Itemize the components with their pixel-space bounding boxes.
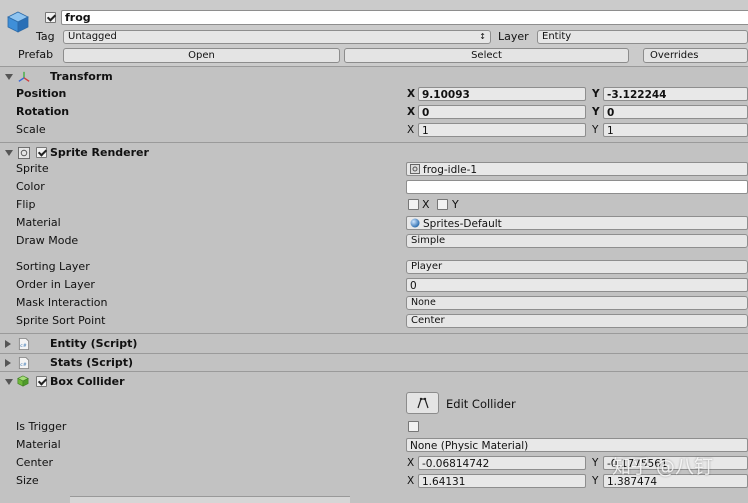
active-checkbox[interactable] (45, 12, 56, 23)
color-label: Color (16, 180, 45, 193)
entity-script-header[interactable]: c# Entity (Script) (0, 335, 748, 353)
layer-label: Layer (498, 30, 529, 43)
sprite-sort-point-value: Center (411, 315, 445, 326)
sprite-field[interactable]: frog-idle-1 (406, 162, 748, 176)
is-trigger-checkbox[interactable] (408, 421, 419, 432)
watermark: 知乎 @八钉 (612, 456, 714, 478)
sprite-renderer-title: Sprite Renderer (50, 146, 149, 159)
flip-x-label: X (422, 198, 430, 211)
mask-interaction-value: None (411, 297, 436, 308)
sprite-asset-icon (410, 164, 420, 174)
sorting-layer-value: Player (411, 261, 443, 272)
layer-dropdown[interactable]: Entity (537, 30, 748, 44)
script-icon: c# (18, 357, 30, 369)
rotation-y-input[interactable]: 0 (603, 105, 748, 119)
fold-arrow-icon[interactable] (5, 359, 11, 367)
transform-gizmo-icon (18, 71, 30, 82)
rotation-label: Rotation (16, 105, 70, 118)
flip-y-label: Y (452, 198, 459, 211)
tag-value: Untagged (68, 31, 117, 42)
svg-text:c#: c# (20, 362, 27, 368)
color-swatch[interactable] (406, 180, 748, 194)
divider (0, 66, 748, 67)
collider-material-label: Material (16, 438, 61, 451)
cube-icon (7, 11, 29, 33)
sprite-renderer-enabled-checkbox[interactable] (36, 147, 47, 158)
transform-header[interactable]: Transform (0, 68, 748, 86)
fold-arrow-icon[interactable] (5, 74, 13, 80)
box-collider-header[interactable]: Box Collider (0, 373, 748, 391)
box-collider-title: Box Collider (50, 375, 125, 388)
updown-arrow-icon: ↕ (479, 32, 486, 41)
scale-y-input[interactable]: 1 (603, 123, 748, 137)
select-button[interactable]: Select (344, 48, 629, 63)
sprite-sort-point-dropdown[interactable]: Center (406, 314, 748, 328)
open-button[interactable]: Open (63, 48, 340, 63)
flip-label: Flip (16, 198, 36, 211)
flip-y-checkbox[interactable] (437, 199, 448, 210)
edit-collider-icon (417, 397, 429, 409)
draw-mode-value: Simple (411, 235, 446, 246)
stats-script-title: Stats (Script) (50, 356, 134, 369)
material-label: Material (16, 216, 61, 229)
sprite-label: Sprite (16, 162, 49, 175)
material-value: Sprites-Default (423, 218, 502, 230)
scale-label: Scale (16, 123, 46, 136)
stats-script-header[interactable]: c# Stats (Script) (0, 354, 748, 372)
center-x-input[interactable]: -0.06814742 (418, 456, 586, 470)
draw-mode-label: Draw Mode (16, 234, 79, 247)
center-label: Center (16, 456, 54, 469)
size-x-input[interactable]: 1.64131 (418, 474, 586, 488)
is-trigger-label: Is Trigger (16, 420, 67, 433)
flip-x-checkbox[interactable] (408, 199, 419, 210)
draw-mode-dropdown[interactable]: Simple (406, 234, 748, 248)
divider (0, 333, 748, 334)
box-collider-icon (17, 375, 29, 387)
object-name-input[interactable]: frog (61, 10, 748, 25)
sorting-layer-label: Sorting Layer (16, 260, 90, 273)
script-icon: c# (18, 338, 30, 350)
sorting-layer-dropdown[interactable]: Player (406, 260, 748, 274)
mask-interaction-dropdown[interactable]: None (406, 296, 748, 310)
sprite-renderer-icon (18, 147, 30, 159)
edit-collider-button[interactable] (406, 392, 439, 414)
edit-collider-label: Edit Collider (446, 397, 516, 411)
tag-label: Tag (36, 30, 55, 43)
transform-title: Transform (50, 70, 113, 83)
fold-arrow-icon[interactable] (5, 340, 11, 348)
layer-value: Entity (542, 31, 572, 42)
divider (0, 371, 748, 372)
sprite-renderer-header[interactable]: Sprite Renderer (0, 144, 748, 162)
tag-dropdown[interactable]: Untagged ↕ (63, 30, 491, 44)
position-label: Position (16, 87, 67, 100)
object-header: frog Tag Untagged ↕ Layer Entity Prefab … (0, 0, 748, 66)
prefab-label: Prefab (18, 48, 54, 61)
mask-interaction-label: Mask Interaction (16, 296, 108, 309)
scale-x-input[interactable]: 1 (418, 123, 586, 137)
entity-script-title: Entity (Script) (50, 337, 138, 350)
fold-arrow-icon[interactable] (5, 150, 13, 156)
box-collider-enabled-checkbox[interactable] (36, 376, 47, 387)
rotation-x-input[interactable]: 0 (418, 105, 586, 119)
sprite-sort-point-label: Sprite Sort Point (16, 314, 106, 327)
size-label: Size (16, 474, 39, 487)
order-in-layer-input[interactable]: 0 (406, 278, 748, 292)
order-in-layer-label: Order in Layer (16, 278, 95, 291)
svg-text:c#: c# (20, 343, 27, 349)
material-sphere-icon (410, 218, 420, 228)
collider-material-field[interactable]: None (Physic Material) (406, 438, 748, 452)
material-field[interactable]: Sprites-Default (406, 216, 748, 230)
position-x-input[interactable]: 9.10093 (418, 87, 586, 101)
overrides-button[interactable]: Overrides (643, 48, 748, 63)
sprite-value: frog-idle-1 (423, 164, 478, 176)
position-y-input[interactable]: -3.122244 (603, 87, 748, 101)
fold-arrow-icon[interactable] (5, 379, 13, 385)
divider (0, 142, 748, 143)
